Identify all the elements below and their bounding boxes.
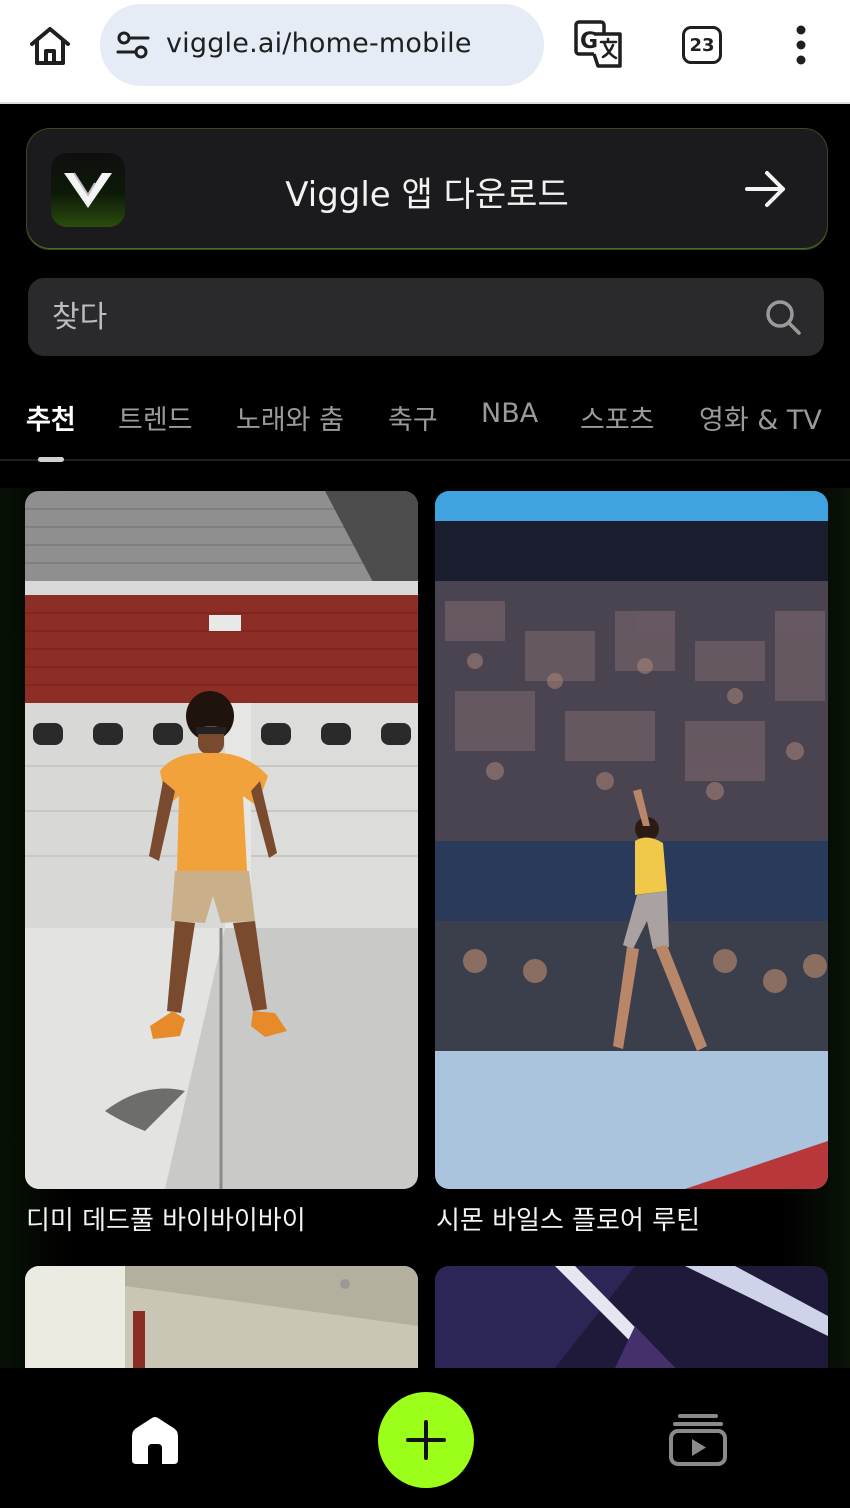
viggle-mobile-page: viggle.ai/home-mobile G 23 Viggle 앱 다운로드… — [0, 0, 850, 1508]
arrow-right-icon — [743, 167, 789, 211]
url-text[interactable]: viggle.ai/home-mobile — [166, 28, 472, 59]
video-thumbnail[interactable] — [25, 491, 418, 1189]
svg-text:G: G — [580, 29, 598, 54]
create-button[interactable] — [378, 1392, 474, 1488]
video-title[interactable]: 디미 데드풀 바이바이바이 — [26, 1200, 306, 1237]
video-title[interactable]: 시몬 바일스 플로어 루틴 — [436, 1200, 700, 1237]
search-bar[interactable] — [28, 278, 824, 356]
more-vert-icon[interactable] — [786, 24, 816, 68]
tab-switcher-button[interactable]: 23 — [682, 26, 722, 64]
tab-soccer[interactable]: 축구 — [388, 398, 438, 437]
bottom-navigation — [0, 1368, 850, 1508]
banner-text: Viggle 앱 다운로드 — [285, 175, 569, 215]
address-bar[interactable]: viggle.ai/home-mobile — [100, 4, 544, 86]
video-thumbnail[interactable] — [435, 1266, 828, 1368]
tabs-divider — [0, 459, 850, 461]
tab-song-dance[interactable]: 노래와 춤 — [236, 398, 344, 437]
search-icon[interactable] — [764, 298, 802, 336]
tab-recommended[interactable]: 추천 — [26, 398, 76, 437]
tab-movies-tv[interactable]: 영화 & TV — [699, 398, 822, 437]
app-download-banner[interactable]: Viggle 앱 다운로드 — [26, 128, 828, 250]
video-thumbnail[interactable] — [435, 491, 828, 1189]
home-filled-icon[interactable] — [126, 1416, 184, 1466]
browser-toolbar: viggle.ai/home-mobile G 23 — [0, 0, 850, 104]
tune-icon[interactable] — [116, 30, 150, 60]
video-thumbnail[interactable] — [25, 1266, 418, 1368]
translate-icon[interactable]: G — [574, 20, 624, 70]
active-tab-indicator — [38, 457, 64, 462]
tab-sports[interactable]: 스포츠 — [580, 398, 655, 437]
video-library-icon[interactable] — [668, 1412, 728, 1468]
tab-trend[interactable]: 트렌드 — [118, 398, 193, 437]
category-tabs: 추천 트렌드 노래와 춤 축구 NBA 스포츠 영화 & TV — [0, 398, 850, 462]
search-input[interactable] — [52, 296, 732, 338]
tab-nba[interactable]: NBA — [481, 398, 538, 429]
home-icon[interactable] — [22, 18, 78, 74]
plus-icon — [406, 1420, 446, 1460]
